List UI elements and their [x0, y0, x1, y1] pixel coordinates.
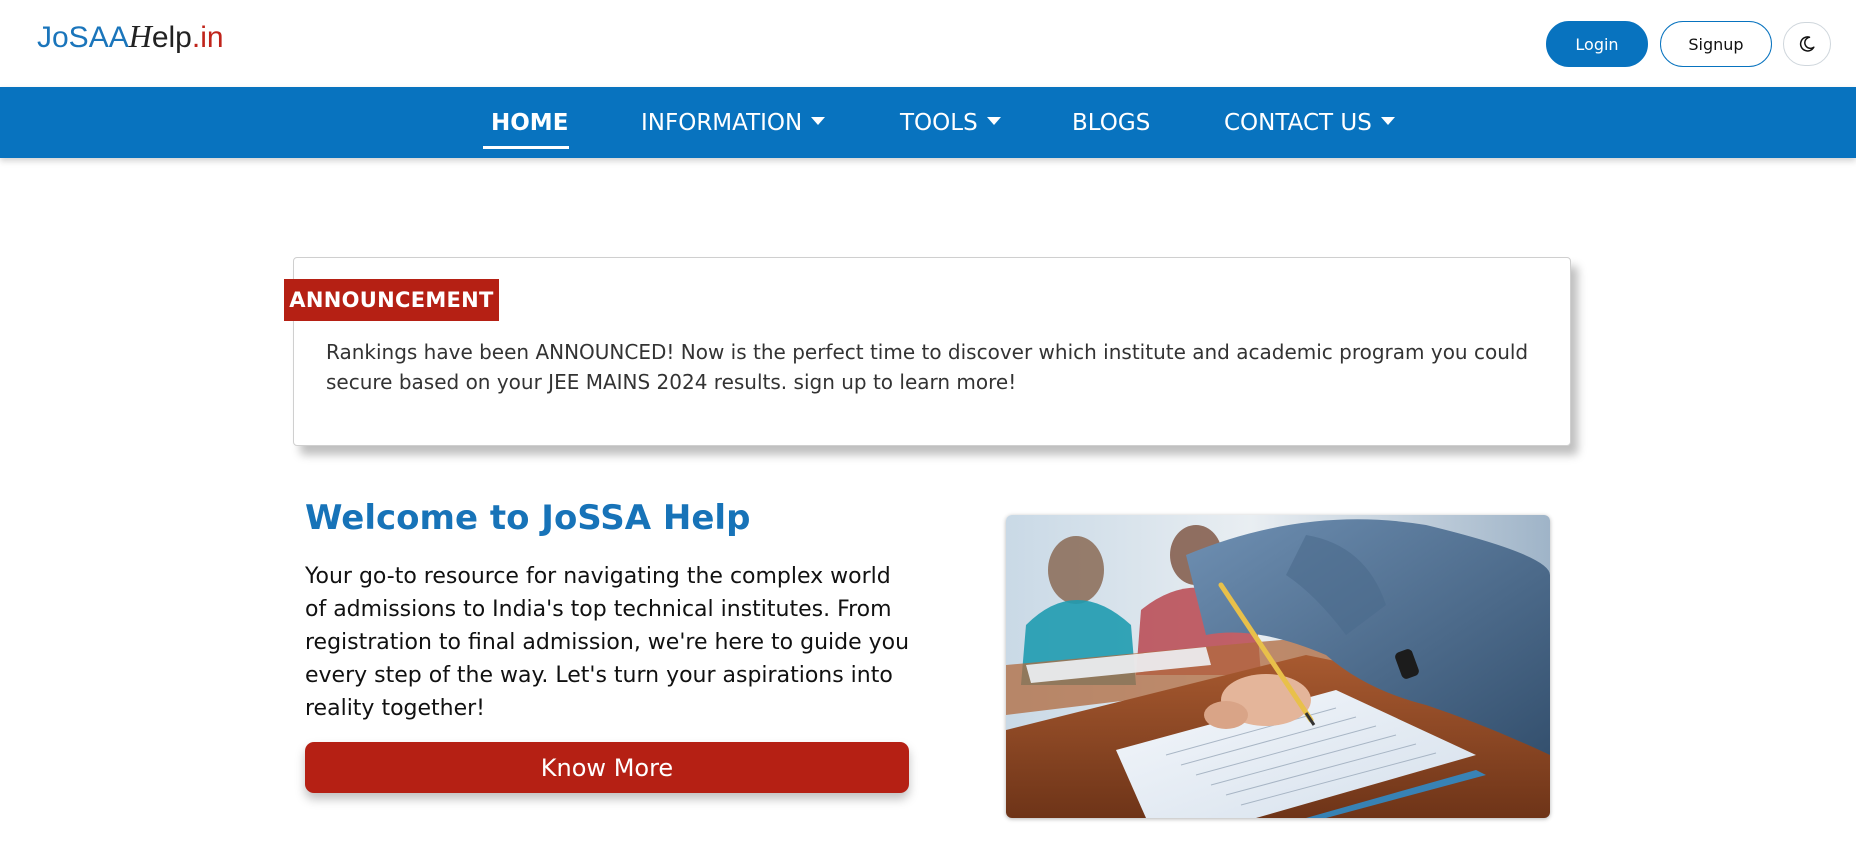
nav-item-label: HOME [491, 109, 569, 136]
logo-text-h: H [128, 18, 152, 54]
announcement-tag: ANNOUNCEMENT [284, 279, 499, 321]
welcome-title: Welcome to JoSSA Help [305, 498, 751, 538]
top-header: JoSAAHelp.in Login Signup [0, 0, 1856, 87]
logo-text-josaa: JoSAA [37, 21, 129, 54]
nav-item-label: BLOGS [1072, 109, 1151, 136]
caret-down-icon [811, 117, 826, 125]
nav-item-label: CONTACT US [1224, 109, 1372, 136]
active-nav-indicator [483, 146, 569, 149]
site-logo[interactable]: JoSAAHelp.in [37, 18, 224, 55]
know-more-button[interactable]: Know More [305, 742, 909, 793]
moon-icon [1799, 36, 1815, 52]
welcome-description: Your go-to resource for navigating the c… [305, 564, 910, 721]
nav-item-blogs[interactable]: BLOGS [1072, 87, 1150, 158]
announcement-text: Rankings have been ANNOUNCED! Now is the… [326, 340, 1529, 394]
nav-item-label: TOOLS [900, 109, 978, 136]
signup-button[interactable]: Signup [1660, 21, 1772, 67]
login-button[interactable]: Login [1546, 21, 1648, 67]
caret-down-icon [986, 117, 1001, 125]
nav-item-tools[interactable]: TOOLS [900, 87, 1001, 158]
exam-students-photo [1006, 515, 1550, 818]
nav-item-information[interactable]: INFORMATION [641, 87, 826, 158]
nav-item-label: INFORMATION [641, 109, 803, 136]
nav-item-contact-us[interactable]: CONTACT US [1224, 87, 1395, 158]
caret-down-icon [1380, 117, 1395, 125]
logo-text-elp: elp [151, 21, 192, 54]
main-nav: HOME INFORMATION TOOLS BLOGS CONTACT US [0, 87, 1856, 158]
logo-text-domain: .in [191, 21, 224, 54]
theme-toggle-button[interactable] [1783, 22, 1831, 66]
